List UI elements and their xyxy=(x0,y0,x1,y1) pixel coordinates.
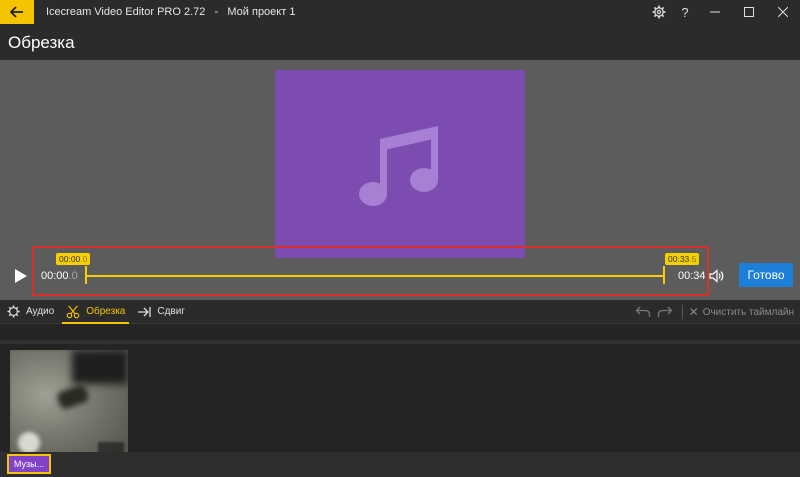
tab-shift[interactable]: Сдвиг xyxy=(131,300,191,324)
trim-start-tag-main: 00:00 xyxy=(59,254,81,264)
clear-timeline-button[interactable]: ✕ Очистить таймлайн xyxy=(689,305,794,319)
music-clip[interactable]: Музы... xyxy=(7,454,51,474)
help-button[interactable]: ? xyxy=(672,0,698,24)
back-button[interactable] xyxy=(0,0,34,24)
redo-button[interactable] xyxy=(654,300,676,324)
divider xyxy=(681,305,683,319)
timeline-ruler[interactable] xyxy=(0,340,800,344)
minimize-button[interactable] xyxy=(698,0,732,24)
current-time: 00:00.0 xyxy=(41,270,78,282)
speaker-icon xyxy=(709,269,724,283)
tab-audio[interactable]: Аудио xyxy=(0,300,60,324)
trim-start-tag: 00:00.0 xyxy=(56,253,91,265)
trim-range-highlight xyxy=(32,246,709,296)
trim-start-tag-fraction: .0 xyxy=(80,254,88,264)
play-icon xyxy=(15,269,27,283)
trim-end-tag-main: 00:33 xyxy=(668,254,690,264)
arrow-right-bar-icon xyxy=(137,305,152,319)
trim-start-handle[interactable] xyxy=(85,266,87,284)
total-duration: 00:34 xyxy=(678,270,706,282)
trim-track[interactable] xyxy=(86,275,664,277)
clear-timeline-label: Очистить таймлайн xyxy=(702,306,794,318)
preview-area: 00:00.0 00:00.0 00:33.5 00:34 Готово xyxy=(0,60,800,300)
maximize-button[interactable] xyxy=(732,0,766,24)
tab-shift-label: Сдвиг xyxy=(157,306,185,317)
trim-end-handle[interactable] xyxy=(663,266,665,284)
maximize-icon xyxy=(744,7,754,17)
page-title: Обрезка xyxy=(8,33,75,52)
done-button[interactable]: Готово xyxy=(739,263,793,287)
gear-icon xyxy=(652,5,666,19)
audio-artwork xyxy=(275,70,525,258)
close-icon xyxy=(778,7,788,17)
timeline[interactable] xyxy=(0,324,800,462)
volume-button[interactable] xyxy=(709,268,725,284)
undo-icon xyxy=(635,306,650,317)
undo-button[interactable] xyxy=(632,300,654,324)
music-note-icon xyxy=(359,126,438,206)
close-icon: ✕ xyxy=(688,305,699,319)
trim-end-tag: 00:33.5 xyxy=(665,253,700,265)
play-button[interactable] xyxy=(12,266,30,286)
gear-icon xyxy=(6,305,20,319)
tab-trim-label: Обрезка xyxy=(86,306,126,317)
close-window-button[interactable] xyxy=(766,0,800,24)
scissors-icon xyxy=(66,305,80,319)
tab-trim[interactable]: Обрезка xyxy=(60,300,131,324)
arrow-left-icon xyxy=(10,6,23,18)
minimize-icon xyxy=(710,11,720,13)
question-icon: ? xyxy=(681,4,689,20)
music-track xyxy=(0,452,800,477)
page-header: Обрезка xyxy=(0,24,800,60)
current-time-main: 00:00 xyxy=(41,270,69,282)
video-clip-thumbnail[interactable] xyxy=(10,350,128,462)
settings-button[interactable] xyxy=(646,0,672,24)
redo-icon xyxy=(657,306,673,317)
current-time-fraction: .0 xyxy=(68,270,78,282)
tab-audio-label: Аудио xyxy=(26,306,55,317)
window-title: Icecream Video Editor PRO 2.72 - Мой про… xyxy=(46,6,296,18)
trim-end-tag-fraction: .5 xyxy=(689,254,697,264)
